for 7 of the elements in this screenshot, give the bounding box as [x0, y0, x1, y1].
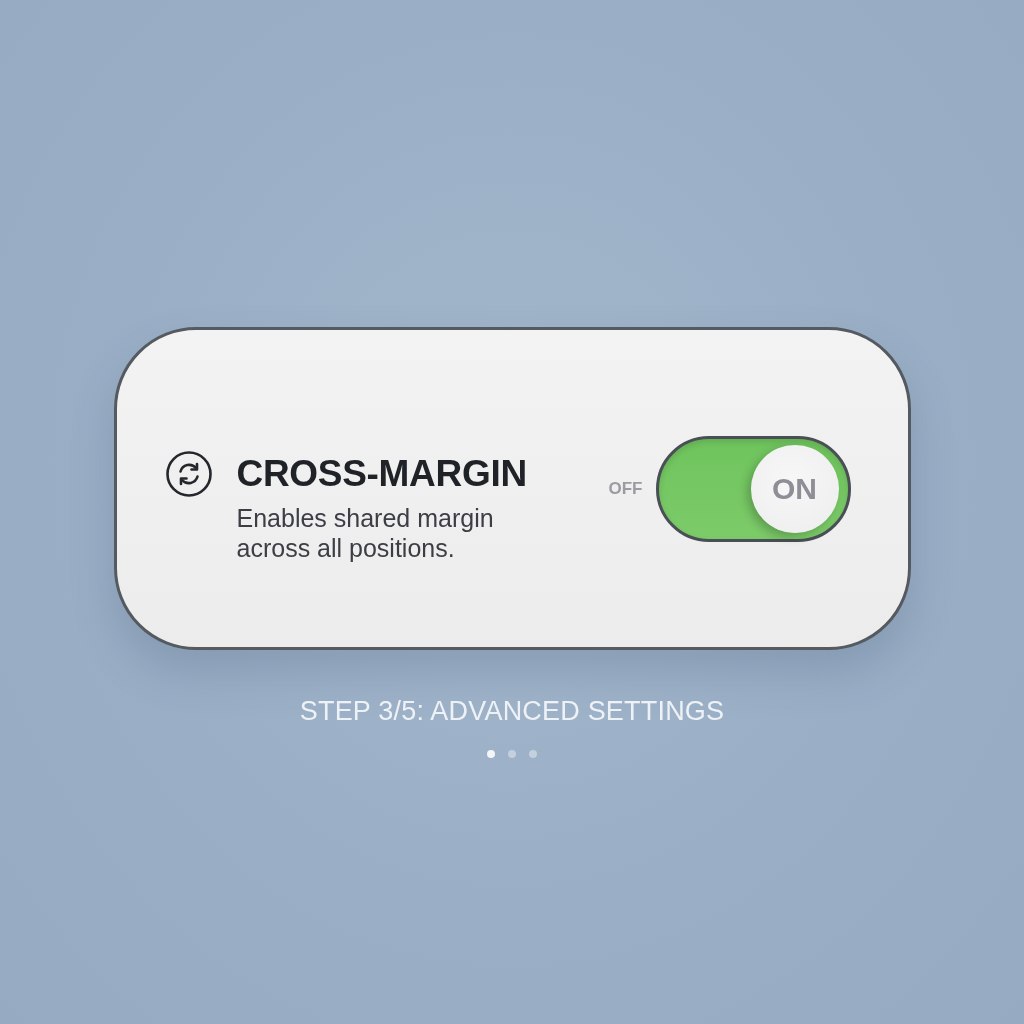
toggle-switch[interactable]: ON — [655, 435, 851, 542]
off-label: OFF — [608, 478, 643, 499]
setting-description: Enables shared margin across all positions. — [236, 502, 495, 563]
refresh-icon — [165, 450, 212, 497]
switch-knob[interactable]: ON — [750, 444, 839, 533]
step-label: STEP 3/5: ADVANCED SETTINGS — [299, 695, 725, 728]
setting-title: CROSS-MARGIN — [236, 451, 528, 496]
